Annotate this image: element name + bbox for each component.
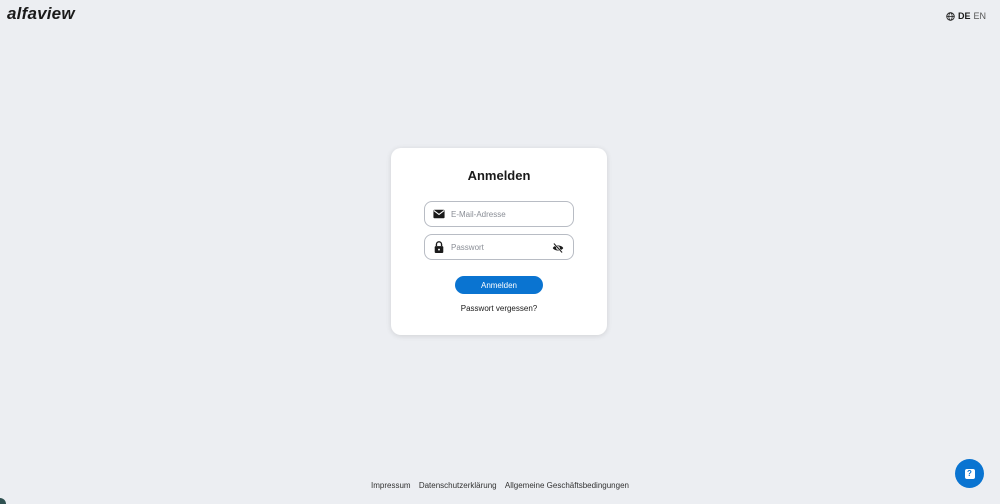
forgot-password-link[interactable]: Passwort vergessen? <box>391 304 607 313</box>
eye-off-icon[interactable] <box>552 242 564 254</box>
footer-link-terms[interactable]: Allgemeine Geschäftsbedingungen <box>505 481 629 490</box>
page-title: Anmelden <box>467 168 531 183</box>
email-input[interactable] <box>451 209 546 219</box>
login-button[interactable]: Anmelden <box>455 276 543 294</box>
envelope-icon <box>433 209 445 219</box>
language-switcher: DE EN <box>946 11 986 21</box>
login-card: Anmelden Anmelden Passwort vergessen? <box>391 148 607 335</box>
footer-link-privacy[interactable]: Datenschutzerklärung <box>419 481 497 490</box>
lock-icon <box>434 241 444 253</box>
help-button[interactable]: ? <box>955 459 984 488</box>
logo: alfaview <box>7 4 75 23</box>
lang-en[interactable]: EN <box>973 11 986 21</box>
footer-link-impressum[interactable]: Impressum <box>371 481 411 490</box>
footer: Impressum Datenschutzerklärung Allgemein… <box>0 481 1000 490</box>
globe-icon <box>946 11 955 21</box>
password-field[interactable] <box>424 234 574 260</box>
email-field[interactable] <box>424 201 574 227</box>
help-icon: ? <box>964 468 975 479</box>
corner-decoration <box>0 498 6 504</box>
password-input[interactable] <box>451 242 546 252</box>
lang-de[interactable]: DE <box>958 11 971 21</box>
